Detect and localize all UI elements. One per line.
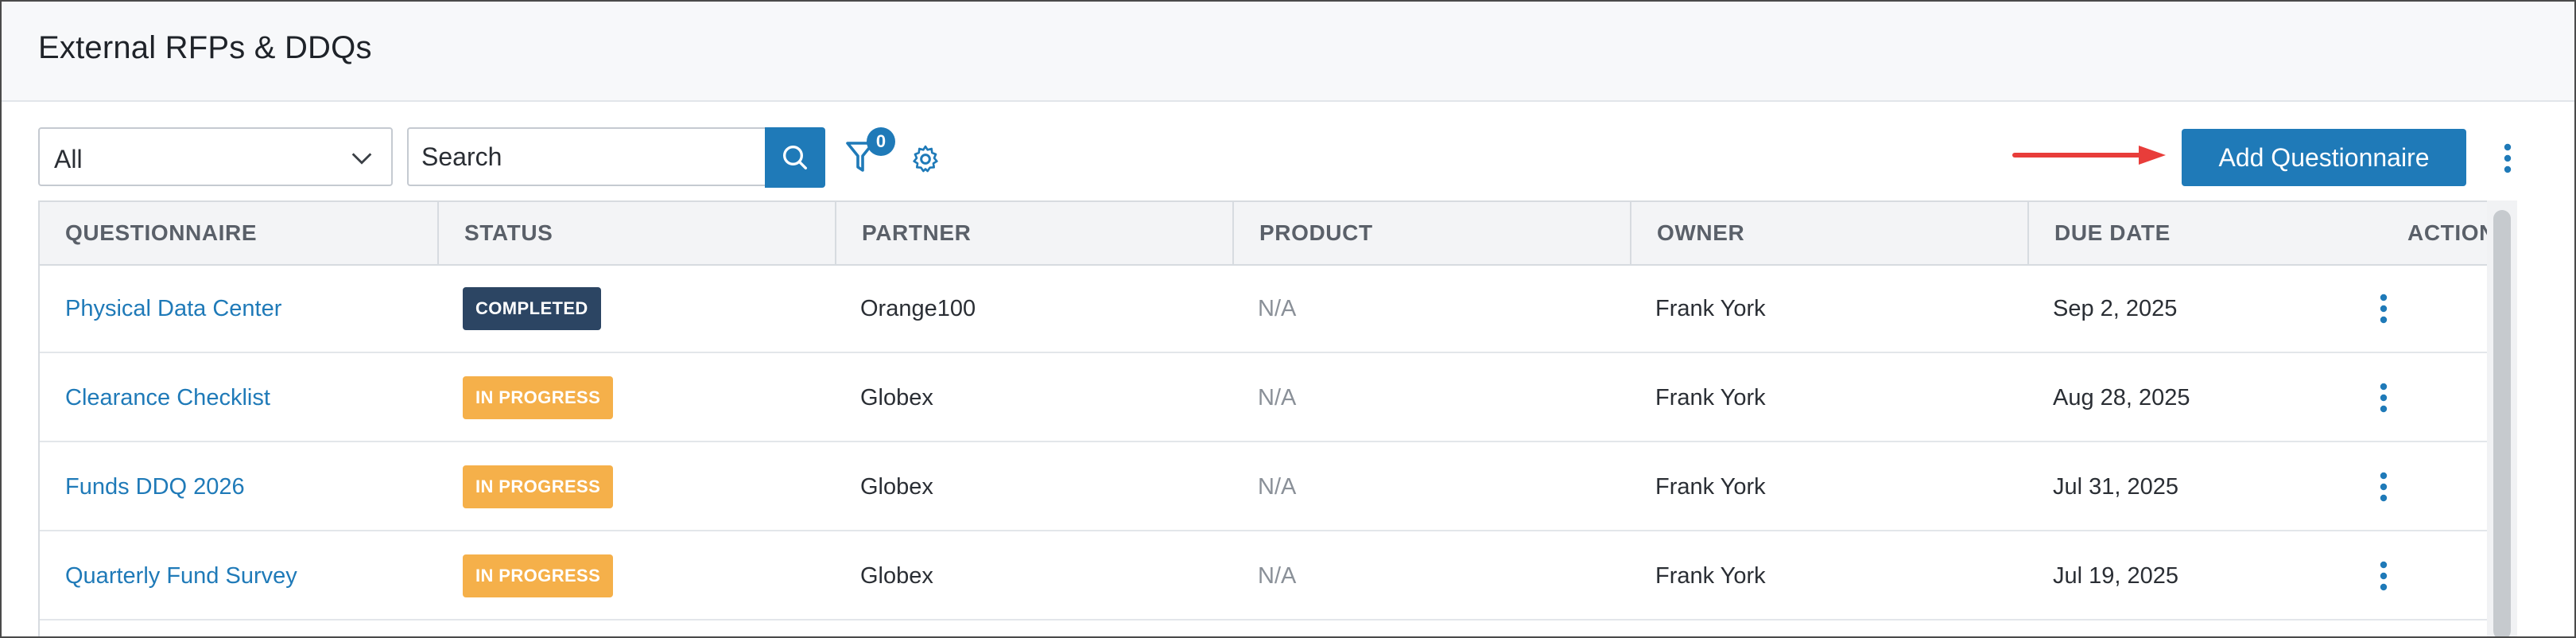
- product-value: N/A: [1258, 295, 1297, 321]
- add-questionnaire-button[interactable]: Add Questionnaire: [2182, 129, 2466, 186]
- product-value-cell: N/A: [1232, 353, 1630, 442]
- filter-count-badge: 0: [867, 127, 895, 156]
- due-date-value-cell: Jul 19, 2025: [2027, 531, 2385, 620]
- product-value: N/A: [1258, 562, 1297, 589]
- row-actions-icon[interactable]: [2374, 470, 2393, 504]
- due-date-value: Aug 28, 2025: [2053, 384, 2190, 410]
- questionnaire-link-cell: Quarterly Fund Survey: [40, 531, 437, 620]
- chevron-down-icon: [351, 153, 372, 165]
- due-date-value-cell: Jul 31, 2025: [2027, 442, 2385, 531]
- owner-value-cell: Frank York: [1630, 353, 2027, 442]
- gear-icon[interactable]: [910, 143, 941, 175]
- status-badge: IN PROGRESS: [463, 376, 614, 419]
- status-badge: IN PROGRESS: [463, 465, 614, 508]
- due-date-value: Jul 19, 2025: [2053, 562, 2179, 589]
- questionnaire-link[interactable]: Physical Data Center: [65, 296, 281, 322]
- table-row[interactable]: Clearance Checklist IN PROGRESS Globex N/A F…: [40, 353, 2516, 442]
- partner-value-cell: Orange100: [835, 264, 1232, 353]
- app-frame: External RFPs & DDQs All 0 Add Questionn…: [0, 0, 2576, 638]
- status-badge-cell: IN PROGRESS: [437, 353, 835, 442]
- owner-value: Frank York: [1655, 562, 1766, 589]
- partner-value: Globex: [860, 384, 933, 410]
- owner-value: Frank York: [1655, 384, 1766, 410]
- questionnaire-table: QUESTIONNAIRE STATUS PARTNER PRODUCT OWN…: [38, 200, 2517, 636]
- owner-value-cell: Frank York: [1630, 264, 2027, 353]
- table-row[interactable]: Physical Data Center COMPLETED Orange100 N/…: [40, 264, 2516, 353]
- column-header-due-date[interactable]: DUE DATE: [2027, 202, 2385, 264]
- column-header-questionnaire[interactable]: QUESTIONNAIRE: [40, 202, 437, 264]
- due-date-value-cell: Aug 28, 2025: [2027, 353, 2385, 442]
- status-badge-cell: IN PROGRESS: [437, 531, 835, 620]
- status-badge-cell: IN PROGRESS: [437, 442, 835, 531]
- search-input[interactable]: [407, 127, 765, 186]
- status-badge: COMPLETED: [463, 287, 601, 330]
- product-value-cell: N/A: [1232, 442, 1630, 531]
- page-header: External RFPs & DDQs: [2, 2, 2574, 102]
- table-header: QUESTIONNAIRE STATUS PARTNER PRODUCT OWN…: [40, 202, 2516, 266]
- table-row[interactable]: Quarterly Fund Survey IN PROGRESS Globex N/…: [40, 531, 2516, 620]
- questionnaire-link[interactable]: Clearance Checklist: [65, 385, 270, 411]
- product-value-cell: N/A: [1232, 264, 1630, 353]
- partner-value: Globex: [860, 562, 933, 589]
- more-options-icon[interactable]: [2498, 142, 2517, 175]
- scrollbar-thumb[interactable]: [2493, 210, 2511, 636]
- partner-value: Globex: [860, 473, 933, 500]
- row-actions-icon[interactable]: [2374, 292, 2393, 325]
- questionnaire-link-cell: Funds DDQ 2026: [40, 442, 437, 531]
- owner-value-cell: Frank York: [1630, 442, 2027, 531]
- status-badge: IN PROGRESS: [463, 554, 614, 597]
- questionnaire-link[interactable]: Funds DDQ 2026: [65, 474, 245, 500]
- questionnaire-link-cell: Clearance Checklist: [40, 353, 437, 442]
- column-header-product[interactable]: PRODUCT: [1232, 202, 1630, 264]
- owner-value: Frank York: [1655, 473, 1766, 500]
- due-date-value-cell: Sep 2, 2025: [2027, 264, 2385, 353]
- status-filter-select[interactable]: All: [38, 127, 393, 186]
- due-date-value: Jul 31, 2025: [2053, 473, 2179, 500]
- column-header-status[interactable]: STATUS: [437, 202, 835, 264]
- arrow-annotation-icon: [2012, 146, 2166, 165]
- due-date-value: Sep 2, 2025: [2053, 295, 2178, 321]
- row-actions-icon[interactable]: [2374, 559, 2393, 593]
- product-value: N/A: [1258, 473, 1297, 500]
- row-actions-icon[interactable]: [2374, 381, 2393, 414]
- questionnaire-link[interactable]: Quarterly Fund Survey: [65, 563, 297, 589]
- page-title: External RFPs & DDQs: [38, 30, 372, 65]
- partner-value-cell: Globex: [835, 531, 1232, 620]
- owner-value: Frank York: [1655, 295, 1766, 321]
- column-header-owner[interactable]: OWNER: [1630, 202, 2027, 264]
- search-button[interactable]: [765, 127, 825, 188]
- questionnaire-link-cell: Physical Data Center: [40, 264, 437, 353]
- column-header-partner[interactable]: PARTNER: [835, 202, 1232, 264]
- status-badge-cell: COMPLETED: [437, 264, 835, 353]
- partner-value: Orange100: [860, 295, 976, 321]
- table-row[interactable]: Funds DDQ 2026 IN PROGRESS Globex N/A Frank …: [40, 442, 2516, 531]
- status-filter-value: All: [54, 145, 83, 173]
- owner-value-cell: Frank York: [1630, 531, 2027, 620]
- product-value: N/A: [1258, 384, 1297, 410]
- partner-value-cell: Globex: [835, 353, 1232, 442]
- partner-value-cell: Globex: [835, 442, 1232, 531]
- search-icon: [783, 146, 807, 169]
- product-value-cell: N/A: [1232, 531, 1630, 620]
- table-scrollbar[interactable]: [2487, 200, 2517, 636]
